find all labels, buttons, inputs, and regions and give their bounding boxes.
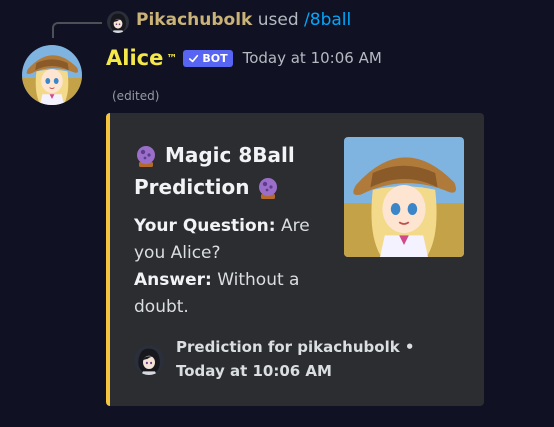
embed-footer: Prediction for pikachubolk • Today at 10…: [176, 338, 415, 380]
embed-description: Your Question: Are you Alice? Answer: Wi…: [134, 213, 324, 321]
author-name[interactable]: Alice: [106, 46, 163, 70]
crystal-ball-icon: [259, 177, 278, 199]
embed-title-line1: Magic 8Ball: [164, 143, 295, 167]
answer-label: Answer:: [134, 270, 212, 290]
embed-card: Magic 8Ball Prediction Your Question: Ar…: [106, 113, 484, 406]
embed-thumbnail[interactable]: [344, 137, 464, 257]
reply-context: Pikachubolk used /8ball: [136, 10, 351, 30]
reply-username[interactable]: Pikachubolk: [136, 10, 252, 30]
author-avatar[interactable]: [22, 45, 82, 105]
checkmark-icon: [189, 54, 199, 62]
message-header: Alice ™ BOT Today at 10:06 AM: [106, 46, 382, 70]
reply-connector-line: [52, 22, 102, 38]
author-trademark: ™: [166, 51, 178, 65]
embed-title-line2: Prediction: [134, 175, 250, 199]
message-timestamp[interactable]: Today at 10:06 AM: [243, 49, 382, 67]
bot-badge: BOT: [183, 49, 233, 67]
reply-user-avatar[interactable]: [107, 11, 129, 33]
edited-indicator: (edited): [112, 89, 160, 103]
bot-badge-label: BOT: [202, 51, 228, 65]
footer-user-avatar: [134, 345, 164, 375]
question-label: Your Question:: [134, 216, 276, 236]
reply-command[interactable]: /8ball: [304, 10, 351, 30]
crystal-ball-icon: [137, 145, 155, 167]
embed-title: Magic 8Ball Prediction: [134, 139, 324, 203]
reply-used-text: used: [257, 10, 299, 30]
